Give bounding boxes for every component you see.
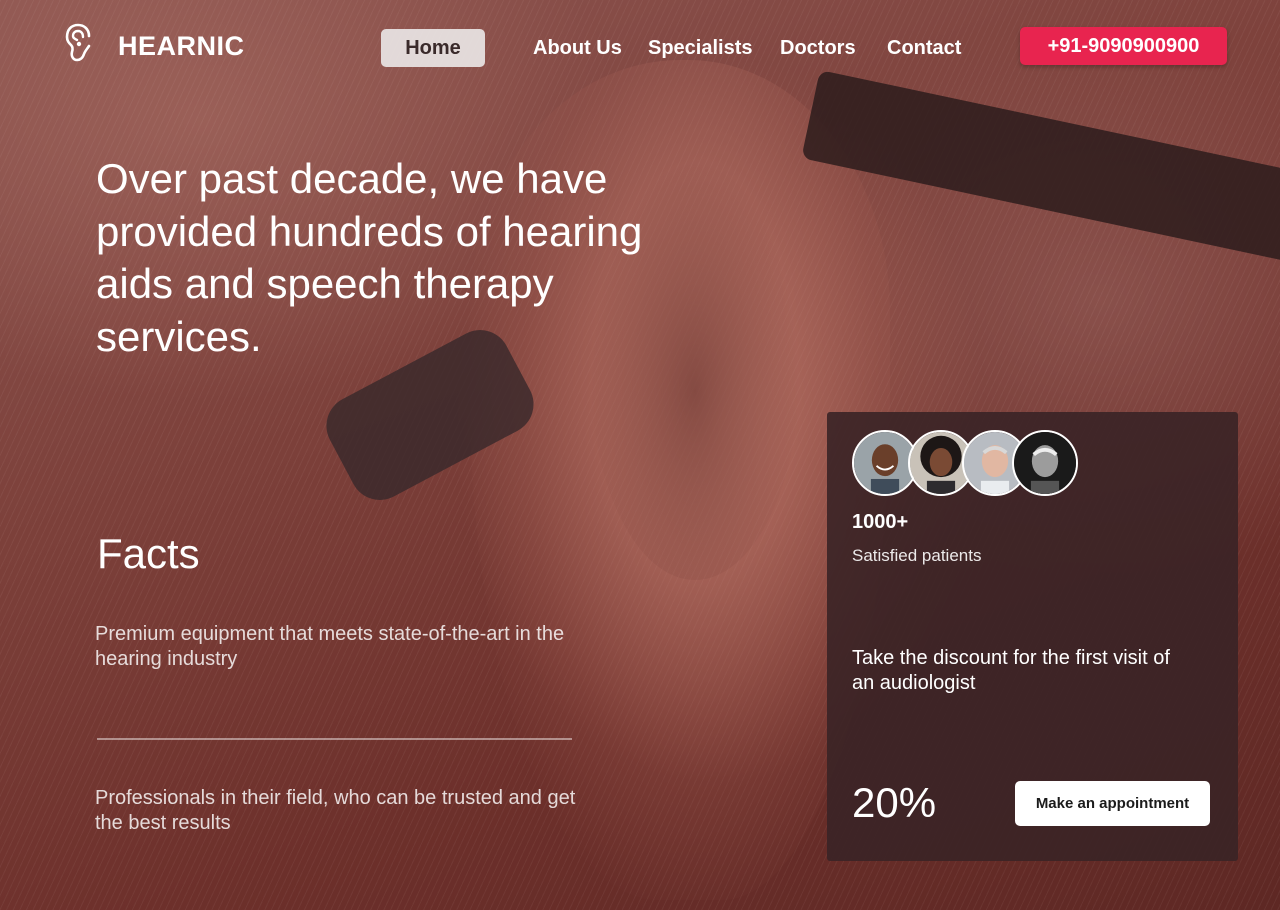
ear-icon xyxy=(62,22,100,71)
logo-text: HEARNIC xyxy=(118,30,245,61)
fact-item: Professionals in their field, who can be… xyxy=(95,787,576,834)
nav-specialists[interactable]: Specialists xyxy=(648,29,753,67)
facts-title: Facts xyxy=(97,530,200,577)
logo[interactable]: HEARNIC xyxy=(62,22,245,71)
nav-contact[interactable]: Contact xyxy=(887,29,961,67)
facts-divider xyxy=(97,738,572,740)
patient-avatar xyxy=(1012,430,1078,496)
nav-doctors[interactable]: Doctors xyxy=(780,29,856,67)
stat-label: Satisfied patients xyxy=(852,546,982,565)
discount-value: 20% xyxy=(852,779,937,826)
fact-item: Premium equipment that meets state-of-th… xyxy=(95,623,565,670)
make-appointment-button[interactable]: Make an appointment xyxy=(1015,781,1210,826)
discount-text: Take the discount for the first visit of… xyxy=(852,647,1170,694)
phone-button[interactable]: +91-9090900900 xyxy=(1020,27,1227,65)
nav-about-us[interactable]: About Us xyxy=(533,29,622,67)
discount-card: 1000+ Satisfied patients Take the discou… xyxy=(827,412,1238,861)
stat-count: 1000+ xyxy=(852,511,909,533)
nav-home[interactable]: Home xyxy=(381,29,485,67)
hero-headline: Over past decade, we have provided hundr… xyxy=(96,155,643,360)
